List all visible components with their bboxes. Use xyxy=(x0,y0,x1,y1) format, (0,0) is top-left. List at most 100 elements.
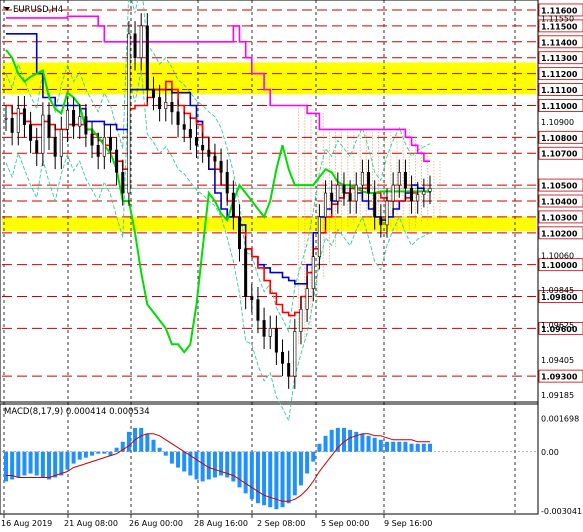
x-tick-label: 5 Sep 00:00 xyxy=(321,519,369,528)
macd-bar xyxy=(311,451,316,462)
macd-bar xyxy=(286,451,291,504)
candle-body xyxy=(385,200,389,226)
candle-body xyxy=(336,184,340,202)
candle-body xyxy=(90,133,94,146)
candle-body xyxy=(108,137,112,151)
macd-bar xyxy=(163,451,168,456)
candle-body xyxy=(231,192,235,218)
candle-body xyxy=(4,117,8,120)
candle-body xyxy=(158,97,162,109)
candle-body xyxy=(250,296,254,301)
support-zone xyxy=(2,216,536,232)
candle-body xyxy=(213,156,217,162)
macd-bar xyxy=(415,443,420,452)
candle-body xyxy=(182,124,186,130)
macd-bar xyxy=(145,433,150,452)
macd-bar xyxy=(329,429,334,452)
macd-bar xyxy=(262,451,267,506)
macd-bar xyxy=(28,451,33,474)
candle-body xyxy=(139,25,143,59)
macd-tick-label: -0.003041 xyxy=(541,507,582,516)
candle-body xyxy=(342,184,346,194)
candle-body xyxy=(72,109,76,127)
macd-bar xyxy=(126,431,131,452)
candle-body xyxy=(244,248,248,297)
candle-body xyxy=(410,187,414,202)
price-tick-label: 1.10900 xyxy=(541,118,574,127)
candle-body xyxy=(96,144,100,157)
candle-body xyxy=(348,192,352,202)
macd-bar xyxy=(372,437,377,452)
level-label: 1.10300 xyxy=(541,213,578,222)
macd-bar xyxy=(90,451,95,456)
macd-bar xyxy=(47,451,52,480)
candle-body xyxy=(422,191,426,195)
candle-body xyxy=(194,137,198,146)
candle-body xyxy=(354,184,358,202)
candle-body xyxy=(403,172,407,189)
macd-bar xyxy=(16,451,21,478)
candle-body xyxy=(41,114,45,154)
candle-body xyxy=(373,192,377,218)
macd-bar xyxy=(4,451,8,482)
candle-body xyxy=(22,108,26,125)
candle-body xyxy=(121,172,125,194)
macd-bar xyxy=(243,451,248,494)
macd-bar xyxy=(391,441,396,452)
candle-body xyxy=(299,308,303,332)
x-tick-label: 16 Aug 2019 xyxy=(1,519,52,528)
macd-bar xyxy=(40,451,45,478)
macd-bar xyxy=(206,451,211,480)
macd-bar xyxy=(182,451,187,472)
macd-bar xyxy=(157,447,162,452)
candle-body xyxy=(293,331,297,377)
candle-body xyxy=(16,108,20,133)
x-tick-label: 28 Aug 16:00 xyxy=(194,519,248,528)
candle-body xyxy=(115,149,119,173)
level-label: 1.10000 xyxy=(541,261,578,270)
macd-bar xyxy=(428,443,432,452)
macd-bar xyxy=(169,451,174,464)
macd-bar xyxy=(317,443,322,452)
candle-body xyxy=(367,172,371,194)
candle-body xyxy=(391,184,395,202)
candle-body xyxy=(268,328,272,337)
candle-body xyxy=(311,256,315,289)
macd-bar xyxy=(22,451,27,476)
candle-body xyxy=(207,149,211,157)
price-tick-label: 1.11550 xyxy=(541,14,574,23)
macd-tick-label: 0.00 xyxy=(541,448,559,457)
macd-bar xyxy=(114,447,119,452)
candle-body xyxy=(379,216,383,226)
price-tick-label: 1.09625 xyxy=(541,321,574,330)
macd-bar xyxy=(421,443,426,452)
macd-bar xyxy=(77,451,82,460)
macd-bar xyxy=(65,451,70,470)
price-tick-label: 1.10060 xyxy=(541,252,574,261)
x-tick-label: 21 Aug 08:00 xyxy=(64,519,118,528)
macd-bar xyxy=(151,439,156,452)
candle-body xyxy=(29,124,33,141)
candle-body xyxy=(317,216,321,258)
candle-body xyxy=(59,129,63,157)
candle-body xyxy=(305,288,309,310)
candle-body xyxy=(397,172,401,186)
candle-body xyxy=(324,192,328,218)
level-label: 1.10400 xyxy=(541,198,578,207)
chart-window: 1.11600 1.11500 1.11400 1.11300 1.11200 1.111… xyxy=(0,0,583,532)
macd-bar xyxy=(403,441,408,452)
eurusd-chart: 1.116001.115001.114001.113001.112001.111… xyxy=(0,0,583,528)
level-label: 1.11300 xyxy=(541,54,578,63)
macd-bar xyxy=(176,451,181,468)
price-tick-label: 1.09185 xyxy=(541,391,574,400)
macd-bar xyxy=(397,441,402,452)
macd-bar xyxy=(348,429,353,452)
candle-body xyxy=(145,25,149,90)
candle-body xyxy=(219,160,223,173)
macd-signal-line xyxy=(6,433,430,502)
candle-body xyxy=(53,137,57,157)
macd-bar xyxy=(255,451,260,504)
macd-bar xyxy=(341,427,346,452)
macd-bar xyxy=(360,433,365,452)
macd-bar xyxy=(298,451,303,486)
